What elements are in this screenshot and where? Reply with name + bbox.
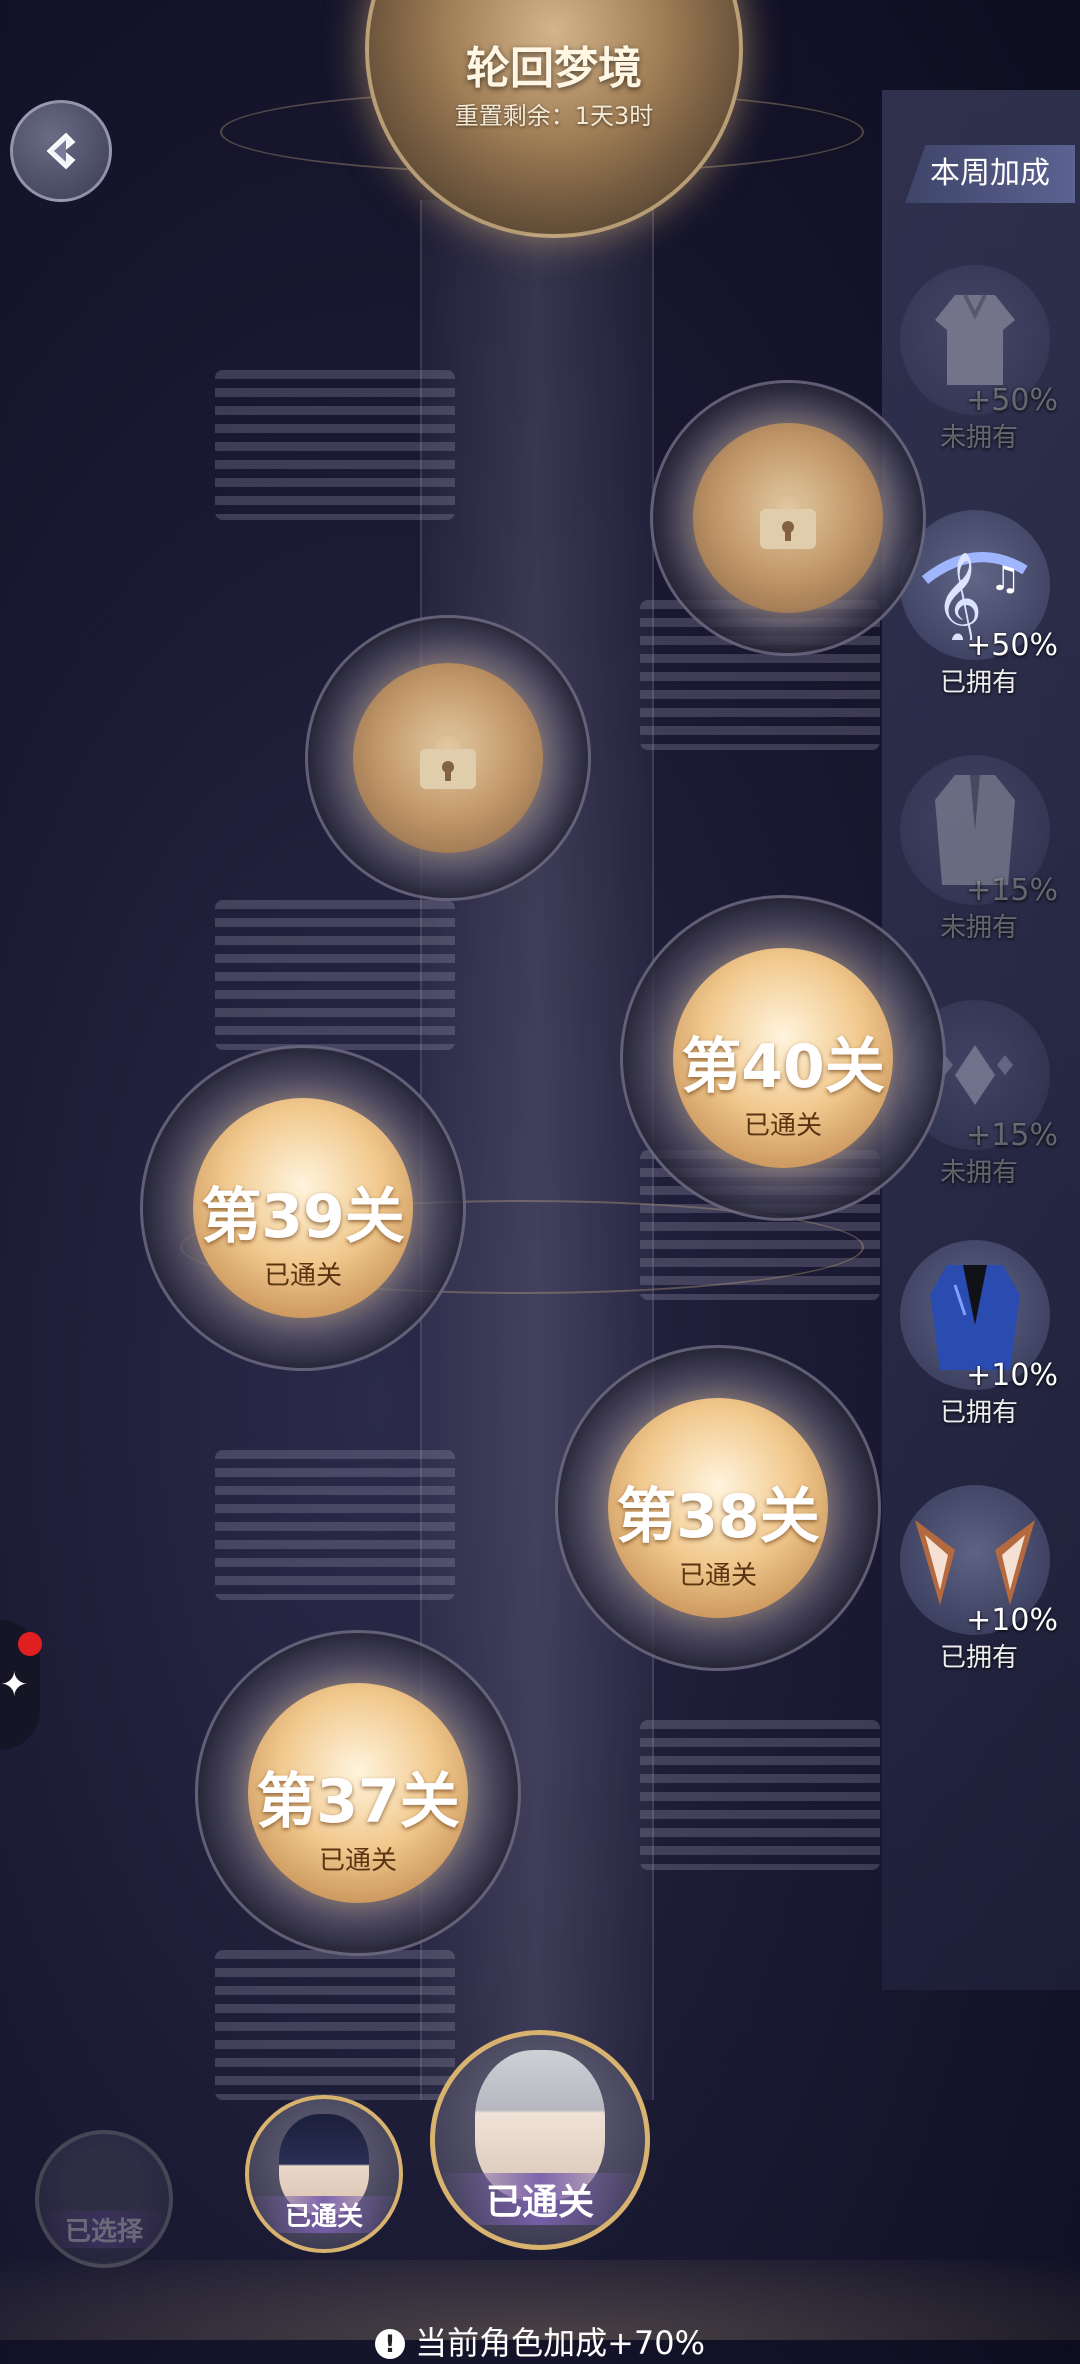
bonus-item-coat[interactable]: +15% 未拥有 <box>900 755 1070 943</box>
bonus-percent: +50% <box>966 383 1058 418</box>
lock-icon <box>760 489 816 549</box>
character-slot-dark-hair[interactable]: 已通关 <box>245 2095 403 2253</box>
svg-text:♫: ♫ <box>990 559 1020 599</box>
notification-dot <box>18 1632 42 1656</box>
ownership-status: 未拥有 <box>940 1158 1019 1188</box>
back-button[interactable] <box>10 100 112 202</box>
bonus-text: 当前角色加成+70% <box>415 2324 706 2362</box>
level-node-40[interactable]: 第40关 已通关 <box>620 895 946 1221</box>
staircase-decoration <box>640 1720 880 1870</box>
staircase-decoration <box>215 1950 455 2100</box>
level-number: 第37关 <box>256 1767 460 1837</box>
bonus-percent: +10% <box>966 1603 1058 1638</box>
character-slot-selected[interactable]: 已选择 <box>35 2130 173 2268</box>
bonus-item-blue-suit[interactable]: +10% 已拥有 <box>900 1240 1070 1428</box>
locked-level-node[interactable] <box>305 615 591 901</box>
character-status-label: 已通关 <box>435 2173 645 2225</box>
bonus-item-fox-ears[interactable]: +10% 已拥有 <box>900 1485 1070 1673</box>
lock-icon <box>420 729 476 789</box>
level-number: 第38关 <box>616 1482 820 1552</box>
level-node-39[interactable]: 第39关 已通关 <box>140 1045 466 1371</box>
level-number: 第39关 <box>201 1182 405 1252</box>
blue-suit-icon <box>930 1265 1020 1370</box>
info-icon: ! <box>374 2329 405 2359</box>
reset-timer: 重置剩余：1天3时 <box>454 102 654 130</box>
level-status: 已通关 <box>678 1561 757 1591</box>
ownership-status: 未拥有 <box>940 913 1019 943</box>
svg-text:𝄞: 𝄞 <box>935 551 982 640</box>
bonus-item-outfit[interactable]: +50% 未拥有 <box>900 265 1070 453</box>
level-node-core <box>693 423 883 613</box>
staircase-decoration <box>215 900 455 1050</box>
sparkle-icon: ✦ <box>0 1665 29 1705</box>
coat-icon <box>935 775 1015 885</box>
level-node-core: 第37关 已通关 <box>248 1683 468 1903</box>
fox-ears-icon <box>915 1520 1035 1605</box>
staircase-decoration <box>215 1450 455 1600</box>
level-node-37[interactable]: 第37关 已通关 <box>195 1630 521 1956</box>
ownership-status: 未拥有 <box>940 423 1019 453</box>
current-character-bonus[interactable]: ! 当前角色加成+70% <box>0 2318 1080 2364</box>
character-slot-main[interactable]: 已通关 <box>430 2030 650 2250</box>
level-status: 已通关 <box>743 1111 822 1141</box>
bonus-percent: +50% <box>966 628 1058 663</box>
level-status: 已通关 <box>318 1846 397 1876</box>
weekly-bonus-tab[interactable]: 本周加成 <box>905 145 1075 203</box>
level-node-core: 第40关 已通关 <box>673 948 893 1168</box>
level-node-core <box>353 663 543 853</box>
bonus-item-music[interactable]: 𝄞 ♫ +50% 已拥有 <box>900 510 1070 698</box>
ownership-status: 已拥有 <box>940 1643 1019 1673</box>
bonus-percent: +10% <box>966 1358 1058 1393</box>
music-note-icon: 𝄞 ♫ <box>921 551 1028 640</box>
level-number: 第40关 <box>681 1032 885 1102</box>
bonus-percent: +15% <box>966 1118 1058 1153</box>
staircase-decoration <box>215 370 455 520</box>
back-arrow-icon <box>46 132 76 170</box>
level-node-core: 第38关 已通关 <box>608 1398 828 1618</box>
character-status-label: 已选择 <box>39 2211 169 2248</box>
ownership-status: 已拥有 <box>940 1398 1019 1428</box>
page-title: 轮回梦境 <box>466 43 642 94</box>
ownership-status: 已拥有 <box>940 668 1019 698</box>
level-status: 已通关 <box>263 1261 342 1291</box>
locked-level-node[interactable] <box>650 380 926 656</box>
character-status-label: 已通关 <box>249 2196 399 2233</box>
outfit-icon <box>935 294 1015 385</box>
level-node-38[interactable]: 第38关 已通关 <box>555 1345 881 1671</box>
level-node-core: 第39关 已通关 <box>193 1098 413 1318</box>
bonus-percent: +15% <box>966 873 1058 908</box>
